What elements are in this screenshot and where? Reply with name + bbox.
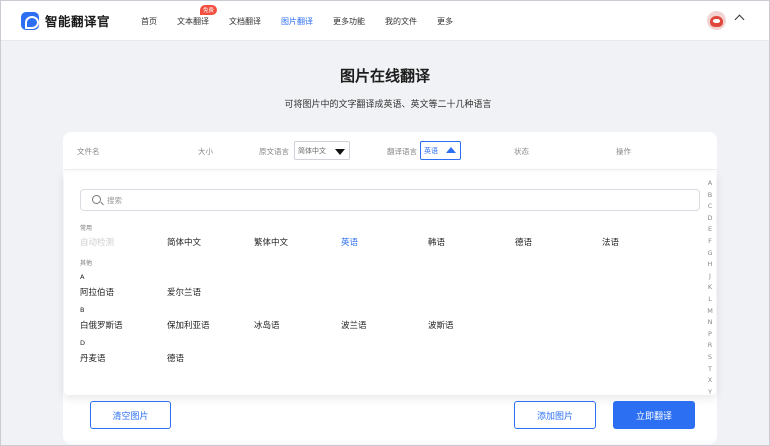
common-label: 常用 xyxy=(80,225,93,232)
alpha-l[interactable]: L xyxy=(708,294,712,306)
translate-now-button[interactable]: 立即翻译 xyxy=(613,401,695,429)
page-subtitle: 可将图片中的文字翻译成英语、英文等二十几种语言 xyxy=(284,100,492,110)
letter-heading-d: D xyxy=(80,339,86,347)
alpha-n[interactable]: N xyxy=(708,317,713,329)
alpha-r[interactable]: R xyxy=(708,340,713,352)
lang-arabic[interactable]: 阿拉伯语 xyxy=(80,286,114,298)
nav-text-translate[interactable]: 文本翻译 免费 xyxy=(177,4,218,27)
alpha-p[interactable]: P xyxy=(708,329,712,341)
lang-polish[interactable]: 波兰语 xyxy=(341,319,367,331)
nav-home[interactable]: 首页 xyxy=(141,16,157,27)
main-nav: 首页 文本翻译 免费 文档翻译 图片翻译 更多功能 我的文件 更多 xyxy=(141,1,473,41)
alpha-b[interactable]: B xyxy=(708,190,712,202)
col-size: 大小 xyxy=(198,147,213,156)
language-search-input[interactable] xyxy=(107,194,687,207)
alpha-x[interactable]: X xyxy=(708,375,712,387)
file-table-header: 文件名 大小 原文语言 简体中文 翻译语言 英语 状态 操作 xyxy=(63,132,717,170)
lang-icelandic[interactable]: 冰岛语 xyxy=(254,319,280,331)
alpha-g[interactable]: G xyxy=(707,248,712,260)
col-action: 操作 xyxy=(616,147,631,156)
alpha-h[interactable]: H xyxy=(708,259,713,271)
nav-doc-translate[interactable]: 文档翻译 xyxy=(229,16,261,27)
lang-german-d[interactable]: 德语 xyxy=(167,352,184,364)
alphabet-index: A B C D E F G H J K L M N P R S T X Y xyxy=(705,178,715,398)
lang-belarusian[interactable]: 白俄罗斯语 xyxy=(80,319,123,331)
lang-korean[interactable]: 韩语 xyxy=(428,236,445,248)
page-title: 图片在线翻译 xyxy=(339,67,430,85)
lang-english[interactable]: 英语 xyxy=(341,236,358,248)
lang-persian[interactable]: 波斯语 xyxy=(428,319,454,331)
nav-my-files[interactable]: 我的文件 xyxy=(385,16,417,27)
alpha-s[interactable]: S xyxy=(708,352,712,364)
logo-icon xyxy=(21,11,39,30)
chevron-up-icon[interactable] xyxy=(734,14,745,25)
alpha-j[interactable]: J xyxy=(709,271,711,283)
col-target-lang: 翻译语言 xyxy=(387,147,417,156)
add-image-button[interactable]: 添加图片 xyxy=(514,401,596,429)
col-filename: 文件名 xyxy=(77,147,100,156)
search-icon xyxy=(92,195,101,204)
nav-text-translate-label: 文本翻译 xyxy=(177,16,209,26)
alpha-c[interactable]: C xyxy=(708,201,713,213)
lang-danish[interactable]: 丹麦语 xyxy=(80,352,106,364)
avatar[interactable] xyxy=(707,11,726,30)
alpha-e[interactable]: E xyxy=(708,224,712,236)
alpha-d[interactable]: D xyxy=(707,213,712,225)
lang-irish[interactable]: 爱尔兰语 xyxy=(167,286,201,298)
alpha-y[interactable]: Y xyxy=(708,387,712,399)
source-lang-select[interactable]: 简体中文 xyxy=(294,141,350,160)
lang-bulgarian[interactable]: 保加利亚语 xyxy=(167,319,210,331)
alpha-f[interactable]: F xyxy=(708,236,712,248)
nav-more-features[interactable]: 更多功能 xyxy=(333,16,365,27)
logo-text: 智能翻译官 xyxy=(45,14,111,29)
lang-french[interactable]: 法语 xyxy=(602,236,619,248)
target-lang-select[interactable]: 英语 xyxy=(420,141,461,160)
nav-more[interactable]: 更多 xyxy=(437,16,453,27)
alpha-t[interactable]: T xyxy=(708,364,712,376)
alpha-a[interactable]: A xyxy=(708,178,712,190)
logo[interactable]: 智能翻译官 xyxy=(21,11,110,30)
upload-card: 文件名 大小 原文语言 简体中文 翻译语言 英语 状态 操作 常用 自动检测 简… xyxy=(63,132,717,444)
other-label: 其他 xyxy=(80,260,93,267)
language-dropdown: 常用 自动检测 简体中文 繁体中文 英语 韩语 德语 法语 其他 A 阿拉伯语 … xyxy=(64,172,716,398)
letter-heading-a: A xyxy=(80,273,85,281)
alpha-k[interactable]: K xyxy=(708,282,712,294)
clear-images-button[interactable]: 清空图片 xyxy=(90,401,171,429)
lang-simplified-chinese[interactable]: 简体中文 xyxy=(167,236,201,248)
col-status: 状态 xyxy=(514,147,529,156)
letter-heading-b: B xyxy=(80,306,85,314)
alpha-m[interactable]: M xyxy=(707,306,713,318)
caret-down-icon xyxy=(335,149,345,155)
nav-image-translate[interactable]: 图片翻译 xyxy=(281,16,313,27)
top-header: 智能翻译官 首页 文本翻译 免费 文档翻译 图片翻译 更多功能 我的文件 更多 xyxy=(1,1,769,41)
free-badge: 免费 xyxy=(200,4,218,15)
caret-up-icon xyxy=(446,147,456,153)
lang-traditional-chinese[interactable]: 繁体中文 xyxy=(254,236,288,248)
lang-german[interactable]: 德语 xyxy=(515,236,532,248)
target-lang-value: 英语 xyxy=(424,147,438,155)
language-search[interactable] xyxy=(80,189,700,211)
col-source-lang: 原文语言 xyxy=(259,147,289,156)
lang-auto-detect[interactable]: 自动检测 xyxy=(80,236,114,248)
source-lang-value: 简体中文 xyxy=(298,147,326,155)
